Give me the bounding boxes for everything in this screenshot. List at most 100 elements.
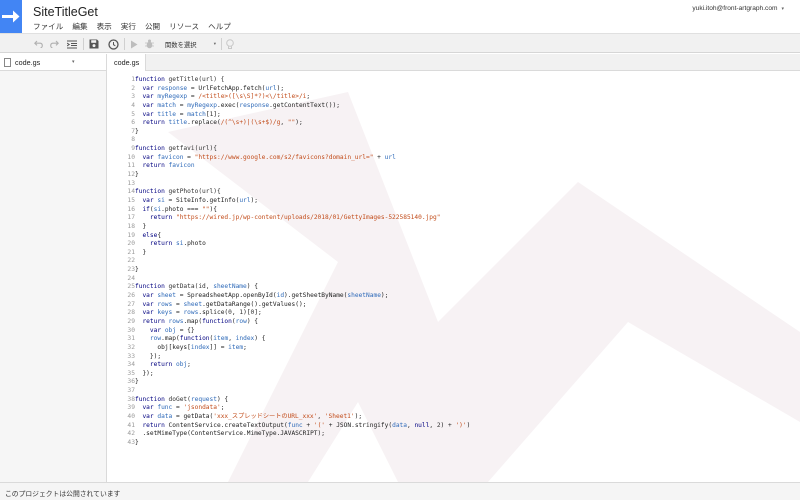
undo-icon[interactable] (33, 37, 45, 51)
tab-code-gs[interactable]: code.gs (108, 54, 146, 71)
function-select[interactable]: 関数を選択 ▾ (160, 37, 220, 51)
save-icon[interactable] (88, 37, 100, 51)
code-token: rows (183, 309, 199, 317)
code-line: function getData(id, sheetName) { (135, 283, 695, 292)
code-line: } (135, 266, 695, 275)
code-token: function (135, 76, 169, 83)
status-bar: このプロジェクトは公開されています (0, 482, 800, 500)
code-token: = {} (176, 326, 195, 334)
line-number: 9 (131, 145, 135, 153)
code-token: ) + (440, 421, 456, 429)
code-line: return favicon (135, 162, 695, 171)
code-token: ); (380, 292, 389, 300)
code-token: function (135, 283, 169, 291)
line-number: 34 (127, 361, 135, 369)
line-number: 31 (127, 335, 135, 343)
code-token: ) { (246, 283, 258, 291)
redo-icon[interactable] (48, 37, 60, 51)
account-menu[interactable]: yuki.itoh@front-artgraph.com ▾ (692, 5, 784, 12)
triggers-clock-icon[interactable] (107, 37, 120, 51)
line-number: 18 (127, 222, 135, 230)
line-number-gutter: 1 2 3 4 5 6 7 8 9 10 11 12 13 14 15 16 17 18 19 20 21 22 23 24 2… (108, 76, 135, 448)
indent-icon[interactable] (66, 37, 78, 51)
menu-resources[interactable]: リソース (169, 21, 199, 32)
menu-help[interactable]: ヘルプ (208, 21, 231, 32)
code-line: var rows = sheet.getDataRange().getValue… (135, 301, 695, 310)
code-token: = SpreadsheetApp.openById( (176, 292, 277, 300)
code-token: .map( (183, 317, 203, 325)
code-token: } (135, 171, 139, 179)
code-line: var keys = rows.splice(0, 1)[0]; (135, 309, 695, 318)
code-token: obj (164, 326, 176, 334)
code-line: var data = getData('xxx_スプレッドシートのURL_xxx… (135, 413, 695, 422)
menu-file[interactable]: ファイル (33, 21, 63, 32)
code-token: "https://wired.jp/wp-content/uploads/201… (175, 214, 441, 222)
chevron-down-icon: ▾ (781, 5, 784, 12)
code-token: 'Sheet1' (324, 412, 355, 420)
debug-icon[interactable] (143, 37, 155, 51)
code-token: var (142, 300, 158, 308)
code-token: var (142, 196, 158, 204)
code-token: getPhoto(url){ (168, 188, 221, 196)
code-token: row (149, 335, 162, 343)
code-line: return ContentService.createTextOutput(f… (135, 422, 695, 431)
code-token: url (239, 196, 251, 204)
code-token: null (414, 421, 430, 429)
code-token: = (187, 93, 199, 101)
line-number: 4 (131, 101, 135, 109)
code-line: function getTitle(url) { (135, 76, 695, 85)
menu-publish[interactable]: 公開 (145, 21, 160, 32)
code-line: return obj; (135, 361, 695, 370)
code-token: url (384, 153, 396, 161)
code-token: sheetName (213, 283, 247, 291)
menu-view[interactable]: 表示 (97, 21, 112, 32)
code-token: var (149, 326, 165, 334)
lightbulb-icon[interactable] (224, 37, 236, 51)
code-token: return (142, 119, 169, 127)
project-title[interactable]: SiteTitleGet (33, 5, 98, 19)
code-token: ]; (213, 110, 221, 118)
line-number: 40 (127, 412, 135, 420)
code-token: ) { (246, 317, 258, 325)
code-token: var (142, 292, 158, 300)
line-number: 33 (127, 352, 135, 360)
line-number: 21 (127, 248, 135, 256)
code-token: var (142, 153, 158, 161)
code-token: ]; (254, 309, 262, 317)
code-token: ]] = (209, 343, 229, 351)
code-token: si (153, 205, 162, 213)
code-token: function (179, 335, 210, 343)
code-token: ); (250, 196, 258, 204)
code-token: match (187, 110, 206, 118)
code-token: obj (175, 361, 188, 369)
code-line: } (135, 439, 695, 448)
code-token: }); (135, 369, 154, 377)
line-number: 6 (131, 119, 135, 127)
code-line: var title = match[1]; (135, 111, 695, 120)
code-token: rows (157, 300, 173, 308)
code-token: .photo === (161, 205, 203, 213)
code-token: } (135, 127, 139, 135)
code-token: 'jsondata' (183, 404, 221, 412)
code-token: var (142, 309, 158, 317)
line-number: 39 (127, 404, 135, 412)
code-token: } (135, 248, 147, 256)
code-token: )[ (243, 309, 251, 317)
code-token: = getData( (172, 412, 214, 420)
code-editor[interactable]: 1 2 3 4 5 6 7 8 9 10 11 12 13 14 15 16 17 18 19 20 21 22 23 24 2… (108, 72, 800, 482)
file-dropdown[interactable]: code.gs ▾ (0, 54, 106, 71)
code-token: + JSON.stringify( (325, 421, 393, 429)
menu-edit[interactable]: 編集 (72, 21, 87, 32)
code-token: = (172, 300, 184, 308)
code-token: item (213, 335, 229, 343)
code-token: return (149, 240, 176, 248)
menu-run[interactable]: 実行 (121, 21, 136, 32)
code-token: , (280, 119, 288, 127)
code-token: ; (243, 343, 247, 351)
line-number: 2 (131, 84, 135, 92)
run-icon[interactable] (128, 37, 139, 51)
apps-script-logo[interactable] (0, 0, 22, 33)
code-token: "https://www.google.com/s2/favicons?doma… (194, 153, 374, 161)
